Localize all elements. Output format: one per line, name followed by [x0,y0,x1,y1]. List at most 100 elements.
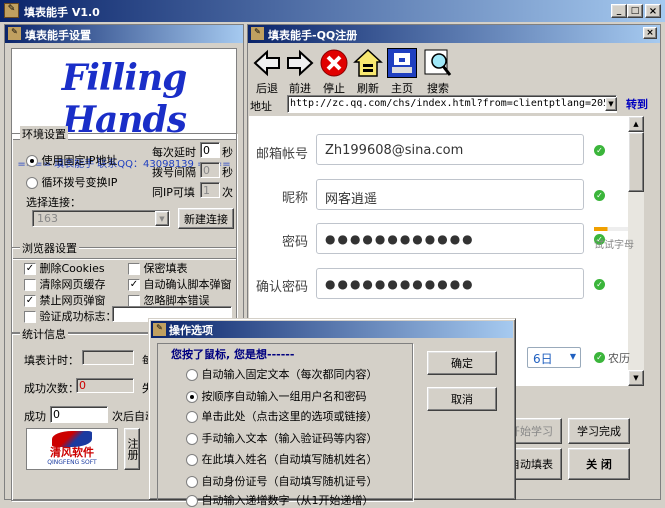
dialog-cancel-button[interactable]: 取消 [427,387,497,411]
search-label: 搜索 [427,82,449,95]
refresh-label: 刷新 [357,82,379,95]
close-window-button[interactable]: × [645,4,661,18]
option-user-password[interactable]: 按顺序自动输入一组用户名和密码 [186,388,367,404]
same-ip-unit: 次 [222,186,233,199]
success-count: 0 [76,378,134,393]
scroll-up-button[interactable]: ▲ [628,116,644,132]
close-button[interactable]: 关 闭 [568,448,630,480]
search-icon [423,48,453,78]
panel-icon: ✎ [8,27,21,40]
fixed-ip-label: 使用固定IP地址 [41,154,118,167]
option-increment-number[interactable]: 自动输入递增数字（从1开始递增） [186,492,374,508]
clear-cache-option[interactable]: 清除网页缓存 [24,276,106,292]
email-label: 邮箱帐号 [255,147,308,162]
keep-fill-checkbox[interactable] [128,263,140,275]
dialog-titlebar: ✎ 操作选项 [151,321,513,338]
password-field[interactable]: ●●●●●●●●●●●● [316,223,584,254]
chevron-down-icon[interactable]: ▼ [155,211,169,226]
dialog-title: 操作选项 [169,324,213,337]
strength-hint: 试试字母 [594,240,634,251]
delay-input[interactable]: 0 [200,142,220,158]
stats-group-label: 统计信息 [20,326,68,342]
choose-conn-label: 选择连接： [26,196,81,209]
verify-flag-label: 验证成功标志： [39,310,117,323]
option-radio[interactable] [186,369,198,381]
new-connection-button[interactable]: 新建连接 [178,208,234,229]
option-id-number[interactable]: 自动身份证号（自动填写随机证号） [186,473,378,489]
option-radio[interactable] [186,454,198,466]
keep-fill-label: 保密填表 [143,262,188,275]
keep-fill-option[interactable]: 保密填表 [128,260,188,276]
register-button[interactable]: 注册 [124,428,140,470]
success-count-value: 0 [79,379,86,392]
day-select[interactable]: 6日 ▼ [527,347,581,368]
scroll-thumb[interactable] [628,132,644,192]
scroll-down-button[interactable]: ▼ [628,370,644,386]
qingfeng-logo: 清风软件 QINGFENG SOFT [26,428,118,470]
back-button[interactable]: 后退 [251,48,283,104]
go-button[interactable]: 转到 [626,96,648,112]
nickname-label: 昵称 [281,191,308,206]
same-ip-input[interactable]: 1 [200,182,220,198]
fixed-ip-option[interactable]: 使用固定IP地址 [26,152,117,168]
option-fixed-text[interactable]: 自动输入固定文本（每次都同内容） [186,366,378,382]
maximize-button[interactable]: □ [627,4,643,18]
del-cookies-checkbox[interactable]: ✓ [24,263,36,275]
option-label: 按顺序自动输入一组用户名和密码 [201,390,367,403]
confirm-password-field[interactable]: ●●●●●●●●●●●● [316,268,584,299]
calendar-hint: 农历 [608,352,630,365]
browser-close-button[interactable]: × [643,27,657,39]
vertical-scrollbar[interactable]: ▲ ▼ [628,116,644,386]
back-arrow-icon [252,48,282,78]
learn-done-button[interactable]: 学习完成 [568,418,630,444]
block-popup-option[interactable]: ✓ 禁止网页弹窗 [24,292,106,308]
block-popup-checkbox[interactable]: ✓ [24,295,36,307]
cycle-dial-label: 循环拨号变换IP [41,176,118,189]
auto-confirm-checkbox[interactable]: ✓ [128,279,140,291]
cycle-dial-option[interactable]: 循环拨号变换IP [26,174,117,190]
email-field[interactable]: Zh199608@sina.com [316,134,584,165]
option-fill-name[interactable]: 在此填入姓名（自动填写随机姓名） [186,451,378,467]
fixed-ip-radio[interactable] [26,155,38,167]
back-label: 后退 [256,82,278,95]
address-input[interactable]: http://zc.qq.com/chs/index.html?from=cli… [287,95,617,113]
fill-time-label: 填表计时： [24,354,79,367]
check-icon: ✓ [594,279,605,290]
home-icon [387,48,417,78]
connection-select[interactable]: 163 ▼ [32,210,170,227]
home-label: 主页 [391,82,413,95]
verify-flag-checkbox[interactable] [24,311,36,323]
browser-title-text: 填表能手-QQ注册 [268,29,358,42]
bird-icon [52,431,92,447]
success-input[interactable]: 0 [50,406,108,423]
option-manual-input[interactable]: 手动输入文本（输入验证码等内容） [186,430,378,446]
option-click-here[interactable]: 单击此处（点击这里的选项或链接） [186,408,378,424]
option-radio[interactable] [186,391,198,403]
cycle-dial-radio[interactable] [26,177,38,189]
option-label: 自动输入递增数字（从1开始递增） [201,494,374,507]
del-cookies-option[interactable]: ✓ 删除Cookies [24,260,105,276]
option-radio[interactable] [186,433,198,445]
success-short-label: 成功 [24,410,46,423]
option-radio[interactable] [186,476,198,488]
address-dropdown-button[interactable]: ▼ [605,97,617,111]
option-label: 自动身份证号（自动填写随机证号） [201,475,378,488]
delay-label: 每次延时 [152,146,196,159]
dialog-icon: ✎ [153,323,166,336]
option-radio[interactable] [186,495,198,507]
connection-value: 163 [37,212,58,225]
nickname-field[interactable]: 网客逍遥 [316,179,584,210]
dial-interval-unit: 秒 [222,166,233,179]
auto-confirm-option[interactable]: ✓ 自动确认脚本弹窗 [128,276,232,292]
dialog-ok-button[interactable]: 确定 [427,351,497,375]
stop-label: 停止 [323,82,345,95]
url-text: http://zc.qq.com/chs/index.html?from=cli… [290,98,617,109]
verify-flag-option[interactable]: 验证成功标志： [24,308,117,324]
clear-cache-checkbox[interactable] [24,279,36,291]
forward-arrow-icon [285,48,315,78]
del-cookies-label: 删除Cookies [39,262,105,275]
success-label: 成功次数： [24,382,79,395]
dial-interval-input[interactable]: 0 [200,162,220,178]
minimize-button[interactable]: _ [611,4,627,18]
option-radio[interactable] [186,411,198,423]
